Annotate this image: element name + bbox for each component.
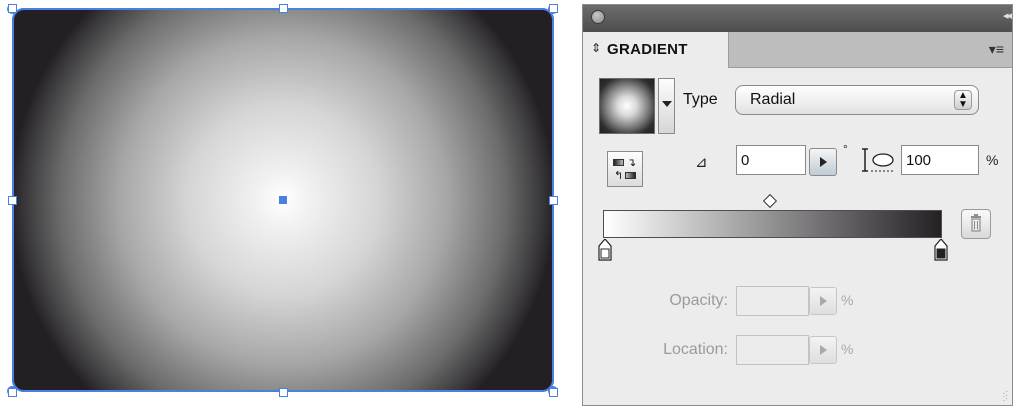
tab-gradient[interactable]: ⇕ GRADIENT xyxy=(583,32,729,68)
delete-stop-button[interactable] xyxy=(961,209,991,239)
opacity-input[interactable] xyxy=(736,286,809,316)
location-dropdown-button[interactable] xyxy=(809,336,837,364)
panel-menu-icon[interactable]: ▾≡ xyxy=(989,41,1004,58)
handle-top-right[interactable] xyxy=(549,4,558,13)
artboard xyxy=(0,0,575,406)
opacity-unit: % xyxy=(841,292,854,308)
degree-symbol: ° xyxy=(843,142,848,156)
trash-icon xyxy=(971,214,981,232)
gradient-slider-bar[interactable] xyxy=(603,210,942,238)
collapse-icon[interactable]: ◂◂ xyxy=(1003,9,1012,22)
tab-strip: ⇕ GRADIENT ▾≡ xyxy=(583,32,1012,68)
handle-bottom-left[interactable] xyxy=(8,388,17,397)
angle-icon: ⊿ xyxy=(695,154,708,171)
location-label: Location: xyxy=(663,341,728,358)
panel-titlebar[interactable]: ◂◂ xyxy=(583,5,1012,32)
chevron-right-icon xyxy=(820,345,827,355)
chevron-right-icon xyxy=(820,157,827,167)
midpoint-slider-diamond[interactable] xyxy=(762,193,778,209)
handle-bottom-right[interactable] xyxy=(549,388,558,397)
reverse-gradient-icon-part xyxy=(625,172,636,179)
chevron-down-icon xyxy=(662,101,672,107)
close-icon[interactable] xyxy=(591,10,605,24)
tab-expand-icon[interactable]: ⇕ xyxy=(591,41,601,55)
tab-label: GRADIENT xyxy=(607,41,688,58)
app-root: ◂◂ ⇕ GRADIENT ▾≡ Type Radial ▲ ▼ ↴ ↰ ⊿ 0… xyxy=(0,0,1013,406)
resize-grip-icon[interactable]: ·::· xyxy=(1003,389,1009,403)
type-label: Type xyxy=(683,91,718,108)
location-input[interactable] xyxy=(736,335,809,365)
aspect-ratio-icon xyxy=(862,148,895,172)
color-stop-white[interactable] xyxy=(598,239,612,261)
aspect-ratio-unit: % xyxy=(986,152,999,168)
type-select[interactable]: Radial ▲ ▼ xyxy=(735,85,979,115)
handle-top-left[interactable] xyxy=(8,4,17,13)
arrow-icon: ↴ xyxy=(627,157,637,169)
center-point[interactable] xyxy=(279,196,287,204)
opacity-dropdown-button[interactable] xyxy=(809,287,837,315)
type-select-value: Radial xyxy=(750,91,796,108)
handle-middle-left[interactable] xyxy=(8,196,17,205)
aspect-ratio-input[interactable] xyxy=(901,145,979,175)
reverse-gradient-button[interactable]: ↴ ↰ xyxy=(607,151,643,187)
reverse-gradient-icon xyxy=(613,159,624,166)
opacity-label: Opacity: xyxy=(669,292,728,309)
handle-middle-right[interactable] xyxy=(549,196,558,205)
select-updown-icon: ▲ ▼ xyxy=(954,90,972,110)
color-stop-black[interactable] xyxy=(934,239,948,261)
chevron-right-icon xyxy=(820,296,827,306)
arrow-icon: ↰ xyxy=(614,170,624,182)
gradient-panel: ◂◂ ⇕ GRADIENT ▾≡ Type Radial ▲ ▼ ↴ ↰ ⊿ 0… xyxy=(582,4,1013,406)
angle-dropdown-button[interactable] xyxy=(809,148,837,176)
handle-top-middle[interactable] xyxy=(279,4,288,13)
gradient-presets-dropdown[interactable] xyxy=(658,78,675,134)
location-unit: % xyxy=(841,341,854,357)
gradient-thumbnail[interactable] xyxy=(599,78,655,134)
angle-input[interactable] xyxy=(736,145,806,175)
handle-bottom-middle[interactable] xyxy=(279,388,288,397)
